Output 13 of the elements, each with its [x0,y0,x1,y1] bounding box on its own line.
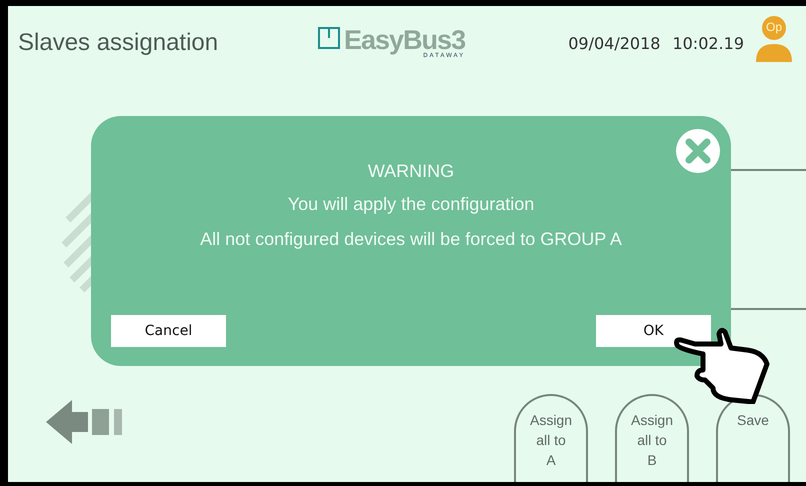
logo-text: EasyBus3 [344,27,466,53]
dialog-button[interactable]: OK [596,315,711,347]
action-button[interactable]: Assign all to B [615,394,689,482]
dialog-message: All not configured devices will be forced to GROUP A [200,229,622,250]
date-text: 09/04/2018 [568,34,660,52]
logo-icon [318,27,340,49]
screen-title: Slaves assignation [18,29,220,57]
close-icon[interactable] [675,128,721,174]
dialog-title: WARNING [368,161,454,182]
dialog-button[interactable]: Cancel [111,315,226,347]
dialog-message: You will apply the configuration [288,194,534,215]
time-text: 10:02.19 [672,34,744,52]
action-button[interactable]: Assign all to A [514,394,588,482]
